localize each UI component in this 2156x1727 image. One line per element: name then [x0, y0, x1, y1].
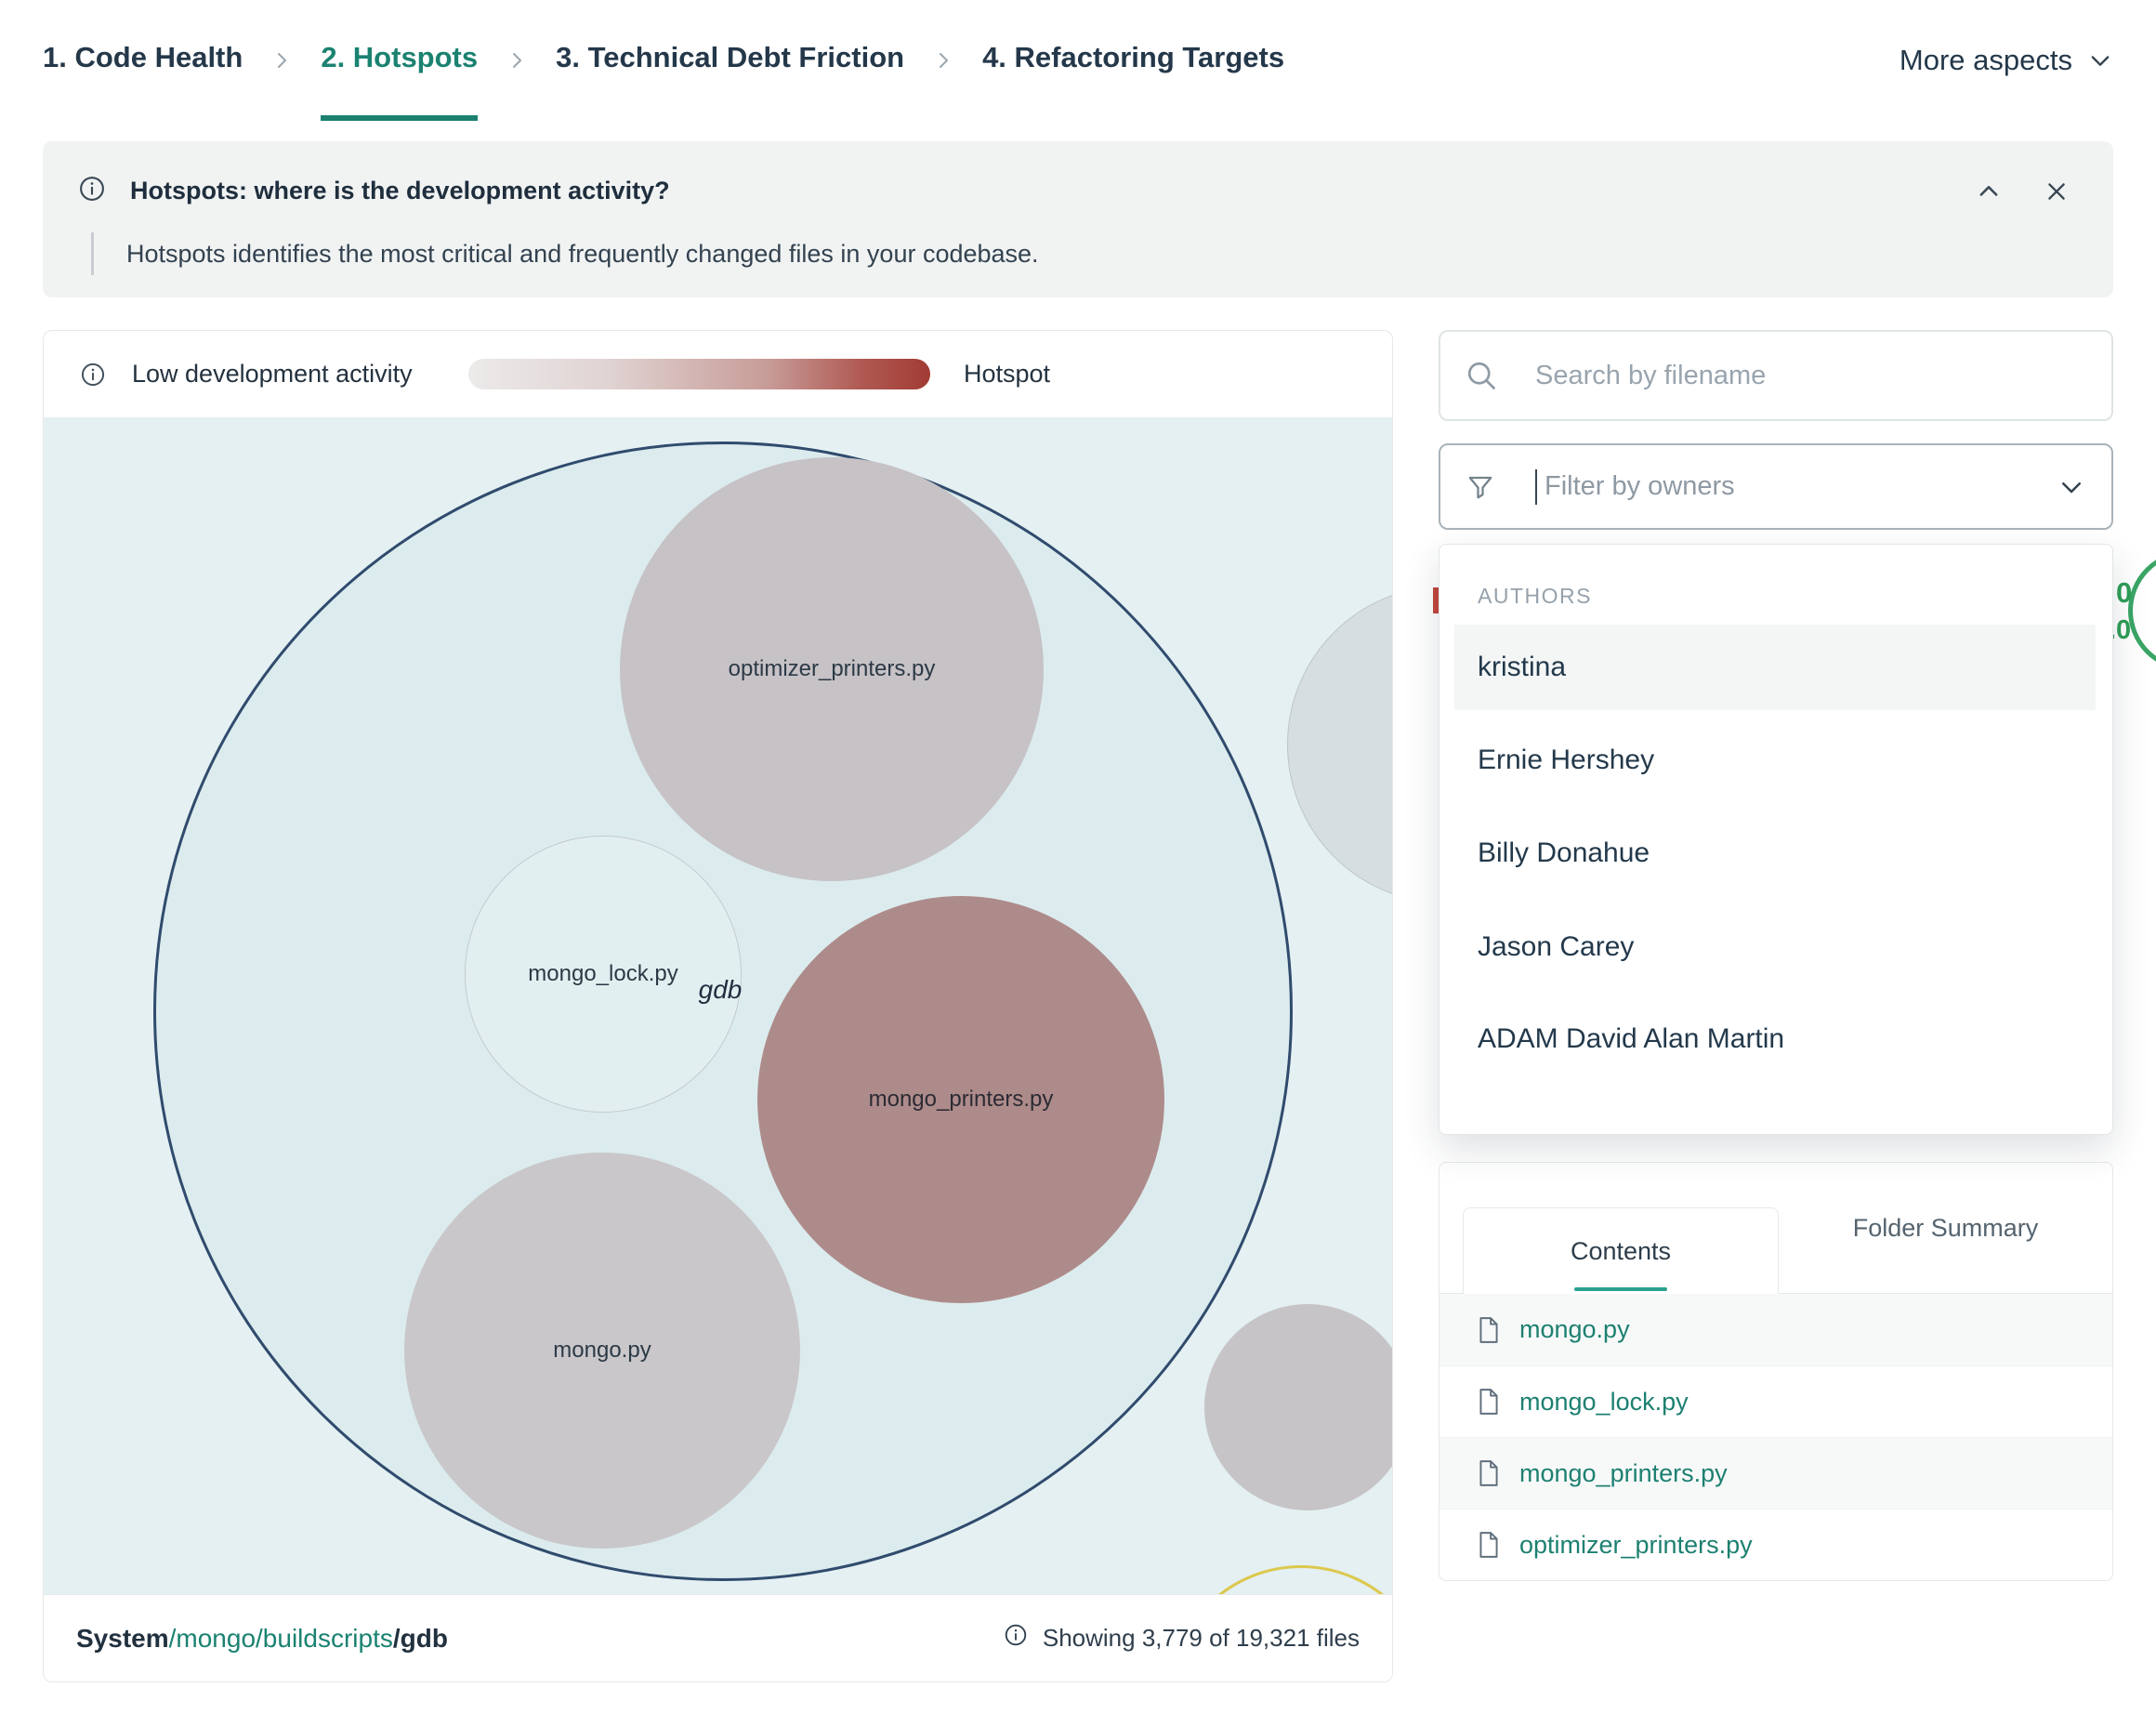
author-name: Ernie Hershey — [1478, 745, 1654, 776]
contents-tabbar: Contents Folder Summary — [1440, 1163, 2112, 1294]
activity-gradient-bar — [468, 359, 930, 389]
file-icon — [1477, 1459, 1501, 1487]
tab-code-health-label: 1. Code Health — [43, 41, 243, 74]
file-link: mongo.py — [1519, 1315, 1630, 1344]
file-link: optimizer_printers.py — [1519, 1531, 1753, 1560]
author-name: ADAM David Alan Martin — [1478, 1023, 1784, 1055]
file-row-mongo-lock[interactable]: mongo_lock.py — [1440, 1365, 2112, 1437]
tab-folder-summary-label: Folder Summary — [1853, 1214, 2039, 1243]
more-aspects-button[interactable]: More aspects — [1900, 44, 2113, 77]
author-option-adam-david-alan-martin[interactable]: ADAM David Alan Martin — [1454, 996, 2096, 1082]
hotspots-info-banner: Hotspots: where is the development activ… — [43, 141, 2113, 297]
aspect-nav: 1. Code Health 2. Hotspots 3. Technical … — [0, 0, 2156, 121]
tab-folder-summary[interactable]: Folder Summary — [1779, 1163, 2112, 1293]
tab-technical-debt-friction-label: 3. Technical Debt Friction — [556, 41, 904, 74]
chevron-right-icon — [932, 49, 954, 72]
bubble-mongo[interactable]: mongo.py — [404, 1153, 800, 1549]
path-middle[interactable]: /mongo/buildscripts — [169, 1624, 393, 1653]
author-option-kristina[interactable]: kristina — [1454, 625, 2096, 710]
bubble-mongo-printers[interactable]: mongo_printers.py — [757, 896, 1164, 1303]
legend-hotspot-label: Hotspot — [964, 331, 1050, 417]
close-icon[interactable] — [2044, 179, 2069, 204]
files-shown-group: Showing 3,779 of 19,321 files — [1004, 1623, 1360, 1654]
tab-contents-label: Contents — [1571, 1237, 1671, 1266]
file-row-mongo-printers[interactable]: mongo_printers.py — [1440, 1437, 2112, 1509]
info-icon — [78, 175, 106, 207]
partial-bubble-yellow-arc[interactable] — [1168, 1565, 1392, 1596]
bubble-label: mongo.py — [553, 1338, 651, 1364]
banner-description: Hotspots identifies the most critical an… — [126, 240, 1039, 269]
info-icon — [80, 362, 106, 388]
map-footer: System/mongo/buildscripts/gdb Showing 3,… — [44, 1594, 1392, 1681]
tab-refactoring-targets-label: 4. Refactoring Targets — [982, 41, 1284, 74]
search-icon — [1465, 359, 1498, 392]
author-name: kristina — [1478, 652, 1566, 683]
hotspots-page: 1. Code Health 2. Hotspots 3. Technical … — [0, 0, 2156, 1727]
breadcrumb: 1. Code Health 2. Hotspots 3. Technical … — [43, 0, 1284, 121]
bubble-label: optimizer_printers.py — [729, 656, 936, 682]
file-row-optimizer-printers[interactable]: optimizer_printers.py — [1440, 1509, 2112, 1580]
banner-quote-bar — [91, 232, 94, 275]
partial-bubble-bottom-right[interactable] — [1204, 1304, 1392, 1510]
score-gauge-fragment — [2128, 550, 2156, 671]
bubble-mongo-lock[interactable]: mongo_lock.py — [465, 836, 742, 1113]
folder-contents-card: Contents Folder Summary mongo.py mongo_l… — [1439, 1162, 2113, 1581]
file-row-mongo[interactable]: mongo.py — [1440, 1294, 2112, 1365]
banner-title: Hotspots: where is the development activ… — [130, 177, 670, 205]
tab-hotspots-label: 2. Hotspots — [321, 41, 478, 74]
tab-technical-debt-friction[interactable]: 3. Technical Debt Friction — [556, 0, 904, 121]
partial-bubble-top-right[interactable] — [1287, 586, 1392, 903]
banner-title-row: Hotspots: where is the development activ… — [78, 175, 670, 207]
author-option-jason-carey[interactable]: Jason Carey — [1454, 904, 2096, 990]
hotspot-bubble-chart: optimizer_printers.py mongo_lock.py mong… — [44, 417, 1392, 1596]
bubble-label: mongo_printers.py — [869, 1087, 1054, 1113]
path-system[interactable]: System — [76, 1624, 169, 1653]
file-link: mongo_printers.py — [1519, 1459, 1728, 1488]
breadcrumb-path: System/mongo/buildscripts/gdb — [76, 1624, 448, 1654]
search-placeholder: Search by filename — [1535, 361, 1766, 391]
hotspot-map-card: Low development activity Hotspot optimiz… — [43, 330, 1393, 1682]
active-tab-underline — [1574, 1287, 1667, 1291]
file-icon — [1477, 1531, 1501, 1559]
legend-low-label: Low development activity — [132, 360, 413, 389]
files-shown-text: Showing 3,779 of 19,321 files — [1043, 1624, 1360, 1653]
search-input[interactable]: Search by filename — [1439, 330, 2113, 421]
bubble-optimizer-printers[interactable]: optimizer_printers.py — [620, 457, 1044, 881]
score-fragment-top: 0 — [2116, 576, 2132, 610]
chevron-down-icon[interactable] — [2057, 473, 2085, 501]
author-name: Billy Donahue — [1478, 837, 1650, 869]
path-leaf: /gdb — [393, 1624, 448, 1653]
filter-funnel-icon — [1466, 473, 1494, 501]
chevron-right-icon — [506, 49, 528, 72]
file-icon — [1477, 1316, 1501, 1344]
text-cursor — [1535, 469, 1537, 505]
owner-filter-placeholder: Filter by owners — [1545, 471, 1735, 502]
tab-contents[interactable]: Contents — [1463, 1207, 1779, 1294]
more-aspects-label: More aspects — [1900, 44, 2072, 77]
collapse-chevron-up-icon[interactable] — [1976, 178, 2002, 204]
author-name: Jason Carey — [1478, 931, 1634, 963]
tab-hotspots[interactable]: 2. Hotspots — [321, 0, 478, 121]
activity-legend: Low development activity Hotspot — [44, 331, 1392, 417]
authors-header: AUTHORS — [1478, 584, 1592, 609]
file-link: mongo_lock.py — [1519, 1388, 1689, 1417]
tab-code-health[interactable]: 1. Code Health — [43, 0, 243, 121]
banner-controls — [1976, 178, 2069, 204]
chevron-right-icon — [270, 49, 293, 72]
file-icon — [1477, 1388, 1501, 1416]
author-option-ernie-hershey[interactable]: Ernie Hershey — [1454, 718, 2096, 803]
chevron-down-icon — [2087, 47, 2113, 73]
parent-folder-label: gdb — [655, 975, 785, 1005]
authors-dropdown: AUTHORS kristina Ernie Hershey Billy Don… — [1439, 544, 2113, 1135]
author-option-billy-donahue[interactable]: Billy Donahue — [1454, 811, 2096, 896]
tab-refactoring-targets[interactable]: 4. Refactoring Targets — [982, 0, 1284, 121]
info-icon — [1004, 1623, 1028, 1654]
owner-filter-input[interactable]: Filter by owners — [1439, 443, 2113, 530]
